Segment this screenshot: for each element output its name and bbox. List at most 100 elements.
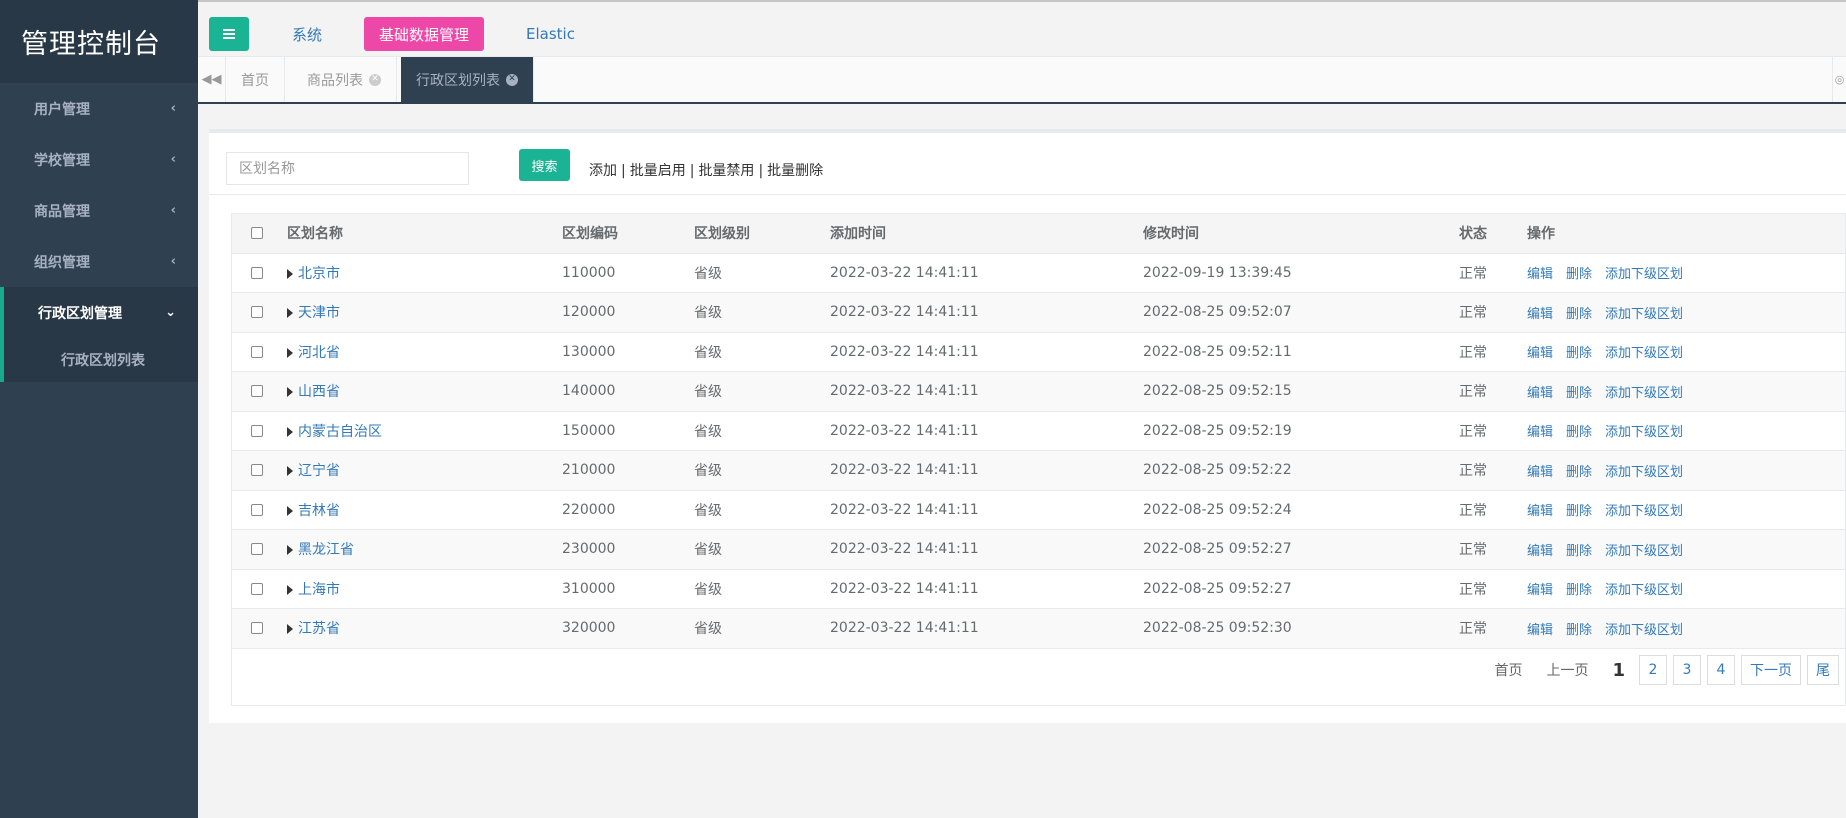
expand-caret-icon[interactable]: [287, 426, 293, 437]
row-actions: 编辑 删除 添加下级区划: [1527, 293, 1845, 333]
row-checkbox[interactable]: [251, 424, 263, 437]
expand-caret-icon[interactable]: [287, 308, 293, 319]
tab-goods-list[interactable]: 商品列表 ✕: [292, 57, 397, 102]
pager-last[interactable]: 尾: [1807, 655, 1839, 685]
expand-caret-icon[interactable]: [287, 268, 293, 279]
delete-link[interactable]: 删除: [1566, 504, 1592, 519]
row-level: 省级: [694, 542, 722, 559]
batch-delete-link[interactable]: 批量删除: [767, 163, 823, 179]
expand-caret-icon[interactable]: [287, 624, 293, 635]
row-name-cell: 内蒙古自治区: [287, 411, 562, 451]
tabs-options-button[interactable]: ◎: [1832, 57, 1846, 102]
edit-link[interactable]: 编辑: [1527, 465, 1553, 480]
edit-link[interactable]: 编辑: [1527, 307, 1553, 322]
edit-link[interactable]: 编辑: [1527, 346, 1553, 361]
region-name-link[interactable]: 山西省: [298, 384, 340, 400]
pager-page-2[interactable]: 2: [1639, 655, 1667, 685]
row-checkbox[interactable]: [251, 503, 263, 516]
pager-page-3[interactable]: 3: [1673, 655, 1701, 685]
search-button[interactable]: 搜索: [519, 149, 570, 181]
expand-caret-icon[interactable]: [287, 466, 293, 477]
add-child-link[interactable]: 添加下级区划: [1605, 425, 1683, 440]
row-checkbox[interactable]: [251, 464, 263, 477]
delete-link[interactable]: 删除: [1566, 307, 1592, 322]
search-input[interactable]: [226, 152, 469, 185]
row-checkbox[interactable]: [251, 345, 263, 358]
row-status: 正常: [1459, 463, 1487, 480]
header-code: 区划编码: [562, 214, 694, 254]
batch-disable-link[interactable]: 批量禁用: [698, 163, 754, 179]
edit-link[interactable]: 编辑: [1527, 544, 1553, 559]
row-checkbox[interactable]: [251, 622, 263, 635]
chevron-left-icon: ‹: [170, 101, 176, 116]
sidebar-item-school[interactable]: 学校管理 ‹: [0, 134, 198, 185]
row-level: 省级: [694, 621, 722, 638]
add-child-link[interactable]: 添加下级区划: [1605, 544, 1683, 559]
region-name-link[interactable]: 上海市: [298, 582, 340, 598]
pager-prev[interactable]: 上一页: [1546, 660, 1588, 680]
add-link[interactable]: 添加: [589, 163, 617, 179]
delete-link[interactable]: 删除: [1566, 583, 1592, 598]
select-all-checkbox[interactable]: [251, 227, 263, 240]
add-child-link[interactable]: 添加下级区划: [1605, 465, 1683, 480]
region-name-link[interactable]: 黑龙江省: [298, 542, 354, 558]
delete-link[interactable]: 删除: [1566, 267, 1592, 282]
expand-caret-icon[interactable]: [287, 387, 293, 398]
region-name-link[interactable]: 天津市: [298, 305, 340, 321]
region-name-link[interactable]: 北京市: [298, 266, 340, 282]
delete-link[interactable]: 删除: [1566, 386, 1592, 401]
add-child-link[interactable]: 添加下级区划: [1605, 583, 1683, 598]
edit-link[interactable]: 编辑: [1527, 504, 1553, 519]
topnav-elastic[interactable]: Elastic: [526, 17, 575, 51]
add-child-link[interactable]: 添加下级区划: [1605, 267, 1683, 282]
sidebar-item-goods[interactable]: 商品管理 ‹: [0, 185, 198, 236]
row-checkbox[interactable]: [251, 385, 263, 398]
row-name-cell: 山西省: [287, 372, 562, 412]
delete-link[interactable]: 删除: [1566, 346, 1592, 361]
pager-next[interactable]: 下一页: [1741, 655, 1801, 685]
edit-link[interactable]: 编辑: [1527, 623, 1553, 638]
region-name-link[interactable]: 辽宁省: [298, 463, 340, 479]
expand-caret-icon[interactable]: [287, 347, 293, 358]
pager-first[interactable]: 首页: [1494, 660, 1522, 680]
table-row: 天津市 120000 省级 2022-03-22 14:41:11 2022-08-25…: [232, 292, 1845, 333]
topnav-system[interactable]: 系统: [292, 17, 322, 51]
sidebar-item-region[interactable]: 行政区划管理 ⌄: [0, 287, 198, 338]
add-child-link[interactable]: 添加下级区划: [1605, 307, 1683, 322]
topnav-basedata[interactable]: 基础数据管理: [364, 17, 485, 51]
row-checkbox[interactable]: [251, 582, 263, 595]
add-child-link[interactable]: 添加下级区划: [1605, 386, 1683, 401]
menu-toggle-button[interactable]: [209, 17, 249, 51]
row-checkbox[interactable]: [251, 306, 263, 319]
region-name-link[interactable]: 江苏省: [298, 621, 340, 637]
tabs-scroll-left-button[interactable]: ◀◀: [198, 57, 226, 102]
batch-enable-link[interactable]: 批量启用: [630, 163, 686, 179]
edit-link[interactable]: 编辑: [1527, 267, 1553, 282]
edit-link[interactable]: 编辑: [1527, 583, 1553, 598]
pager-page-4[interactable]: 4: [1707, 655, 1735, 685]
add-child-link[interactable]: 添加下级区划: [1605, 623, 1683, 638]
tab-region-list[interactable]: 行政区划列表 ✕: [401, 57, 534, 102]
region-name-link[interactable]: 内蒙古自治区: [298, 424, 382, 440]
expand-caret-icon[interactable]: [287, 584, 293, 595]
edit-link[interactable]: 编辑: [1527, 386, 1553, 401]
tab-home[interactable]: 首页: [226, 57, 285, 102]
row-checkbox[interactable]: [251, 543, 263, 556]
sidebar-subitem-region-list[interactable]: 行政区划列表: [0, 338, 198, 382]
edit-link[interactable]: 编辑: [1527, 425, 1553, 440]
region-name-link[interactable]: 河北省: [298, 345, 340, 361]
expand-caret-icon[interactable]: [287, 505, 293, 516]
row-checkbox[interactable]: [251, 266, 263, 279]
region-name-link[interactable]: 吉林省: [298, 503, 340, 519]
sidebar-item-org[interactable]: 组织管理 ‹: [0, 236, 198, 287]
add-child-link[interactable]: 添加下级区划: [1605, 346, 1683, 361]
add-child-link[interactable]: 添加下级区划: [1605, 504, 1683, 519]
close-icon[interactable]: ✕: [369, 73, 381, 86]
delete-link[interactable]: 删除: [1566, 623, 1592, 638]
delete-link[interactable]: 删除: [1566, 465, 1592, 480]
sidebar-item-user[interactable]: 用户管理 ‹: [0, 83, 198, 134]
delete-link[interactable]: 删除: [1566, 544, 1592, 559]
close-icon[interactable]: ✕: [506, 73, 518, 86]
delete-link[interactable]: 删除: [1566, 425, 1592, 440]
expand-caret-icon[interactable]: [287, 545, 293, 556]
